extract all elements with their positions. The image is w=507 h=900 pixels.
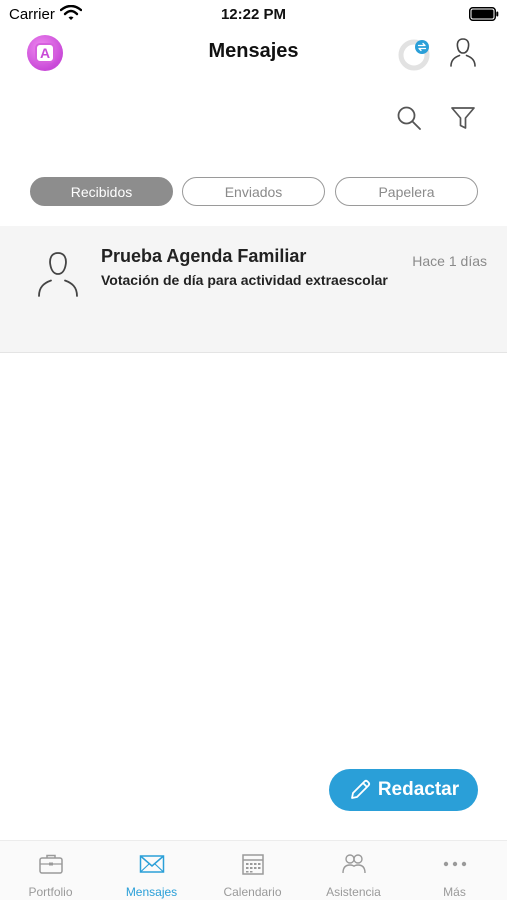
briefcase-icon [39, 854, 63, 874]
sync-icon[interactable] [397, 36, 433, 72]
tab-label: Calendario [223, 885, 282, 899]
sender-avatar-icon [38, 252, 78, 297]
message-list-item[interactable]: Prueba Agenda Familiar Votación de día p… [0, 226, 507, 353]
status-bar: Carrier 12:22 PM [0, 0, 507, 28]
tab-asistencia[interactable]: Asistencia [303, 841, 404, 900]
status-time: 12:22 PM [220, 6, 287, 23]
segment-recibidos[interactable]: Recibidos [30, 177, 173, 206]
tab-label: Más [443, 885, 466, 899]
envelope-icon [139, 855, 165, 873]
tab-mas[interactable]: Más [404, 841, 505, 900]
segment-enviados[interactable]: Enviados [182, 177, 325, 206]
search-icon[interactable] [395, 104, 423, 132]
tab-label: Portfolio [28, 885, 73, 899]
tab-calendario[interactable]: Calendario [202, 841, 303, 900]
segment-papelera[interactable]: Papelera [335, 177, 478, 206]
tab-bar: Portfolio Mensajes Calendario Asistencia [0, 840, 507, 900]
tab-label: Asistencia [326, 885, 381, 899]
message-sender: Prueba Agenda Familiar [101, 246, 307, 266]
tab-label: Mensajes [125, 885, 178, 899]
tab-portfolio[interactable]: Portfolio [0, 841, 101, 900]
compose-label: Redactar [377, 779, 460, 800]
header: A Mensajes [0, 28, 507, 78]
message-subject: Votación de día para actividad extraesco… [101, 272, 388, 288]
tab-mensajes[interactable]: Mensajes [101, 841, 202, 900]
pencil-icon [350, 779, 370, 799]
calendar-icon [242, 854, 264, 875]
filter-icon[interactable] [449, 104, 477, 132]
people-icon [342, 854, 366, 874]
more-icon [443, 861, 467, 867]
message-time: Hace 1 días [412, 253, 487, 269]
mailbox-segmented-control: Recibidos Enviados Papelera [30, 177, 478, 206]
compose-button[interactable]: Redactar [329, 769, 478, 811]
user-profile-icon[interactable] [447, 36, 479, 68]
battery-icon [469, 7, 499, 21]
